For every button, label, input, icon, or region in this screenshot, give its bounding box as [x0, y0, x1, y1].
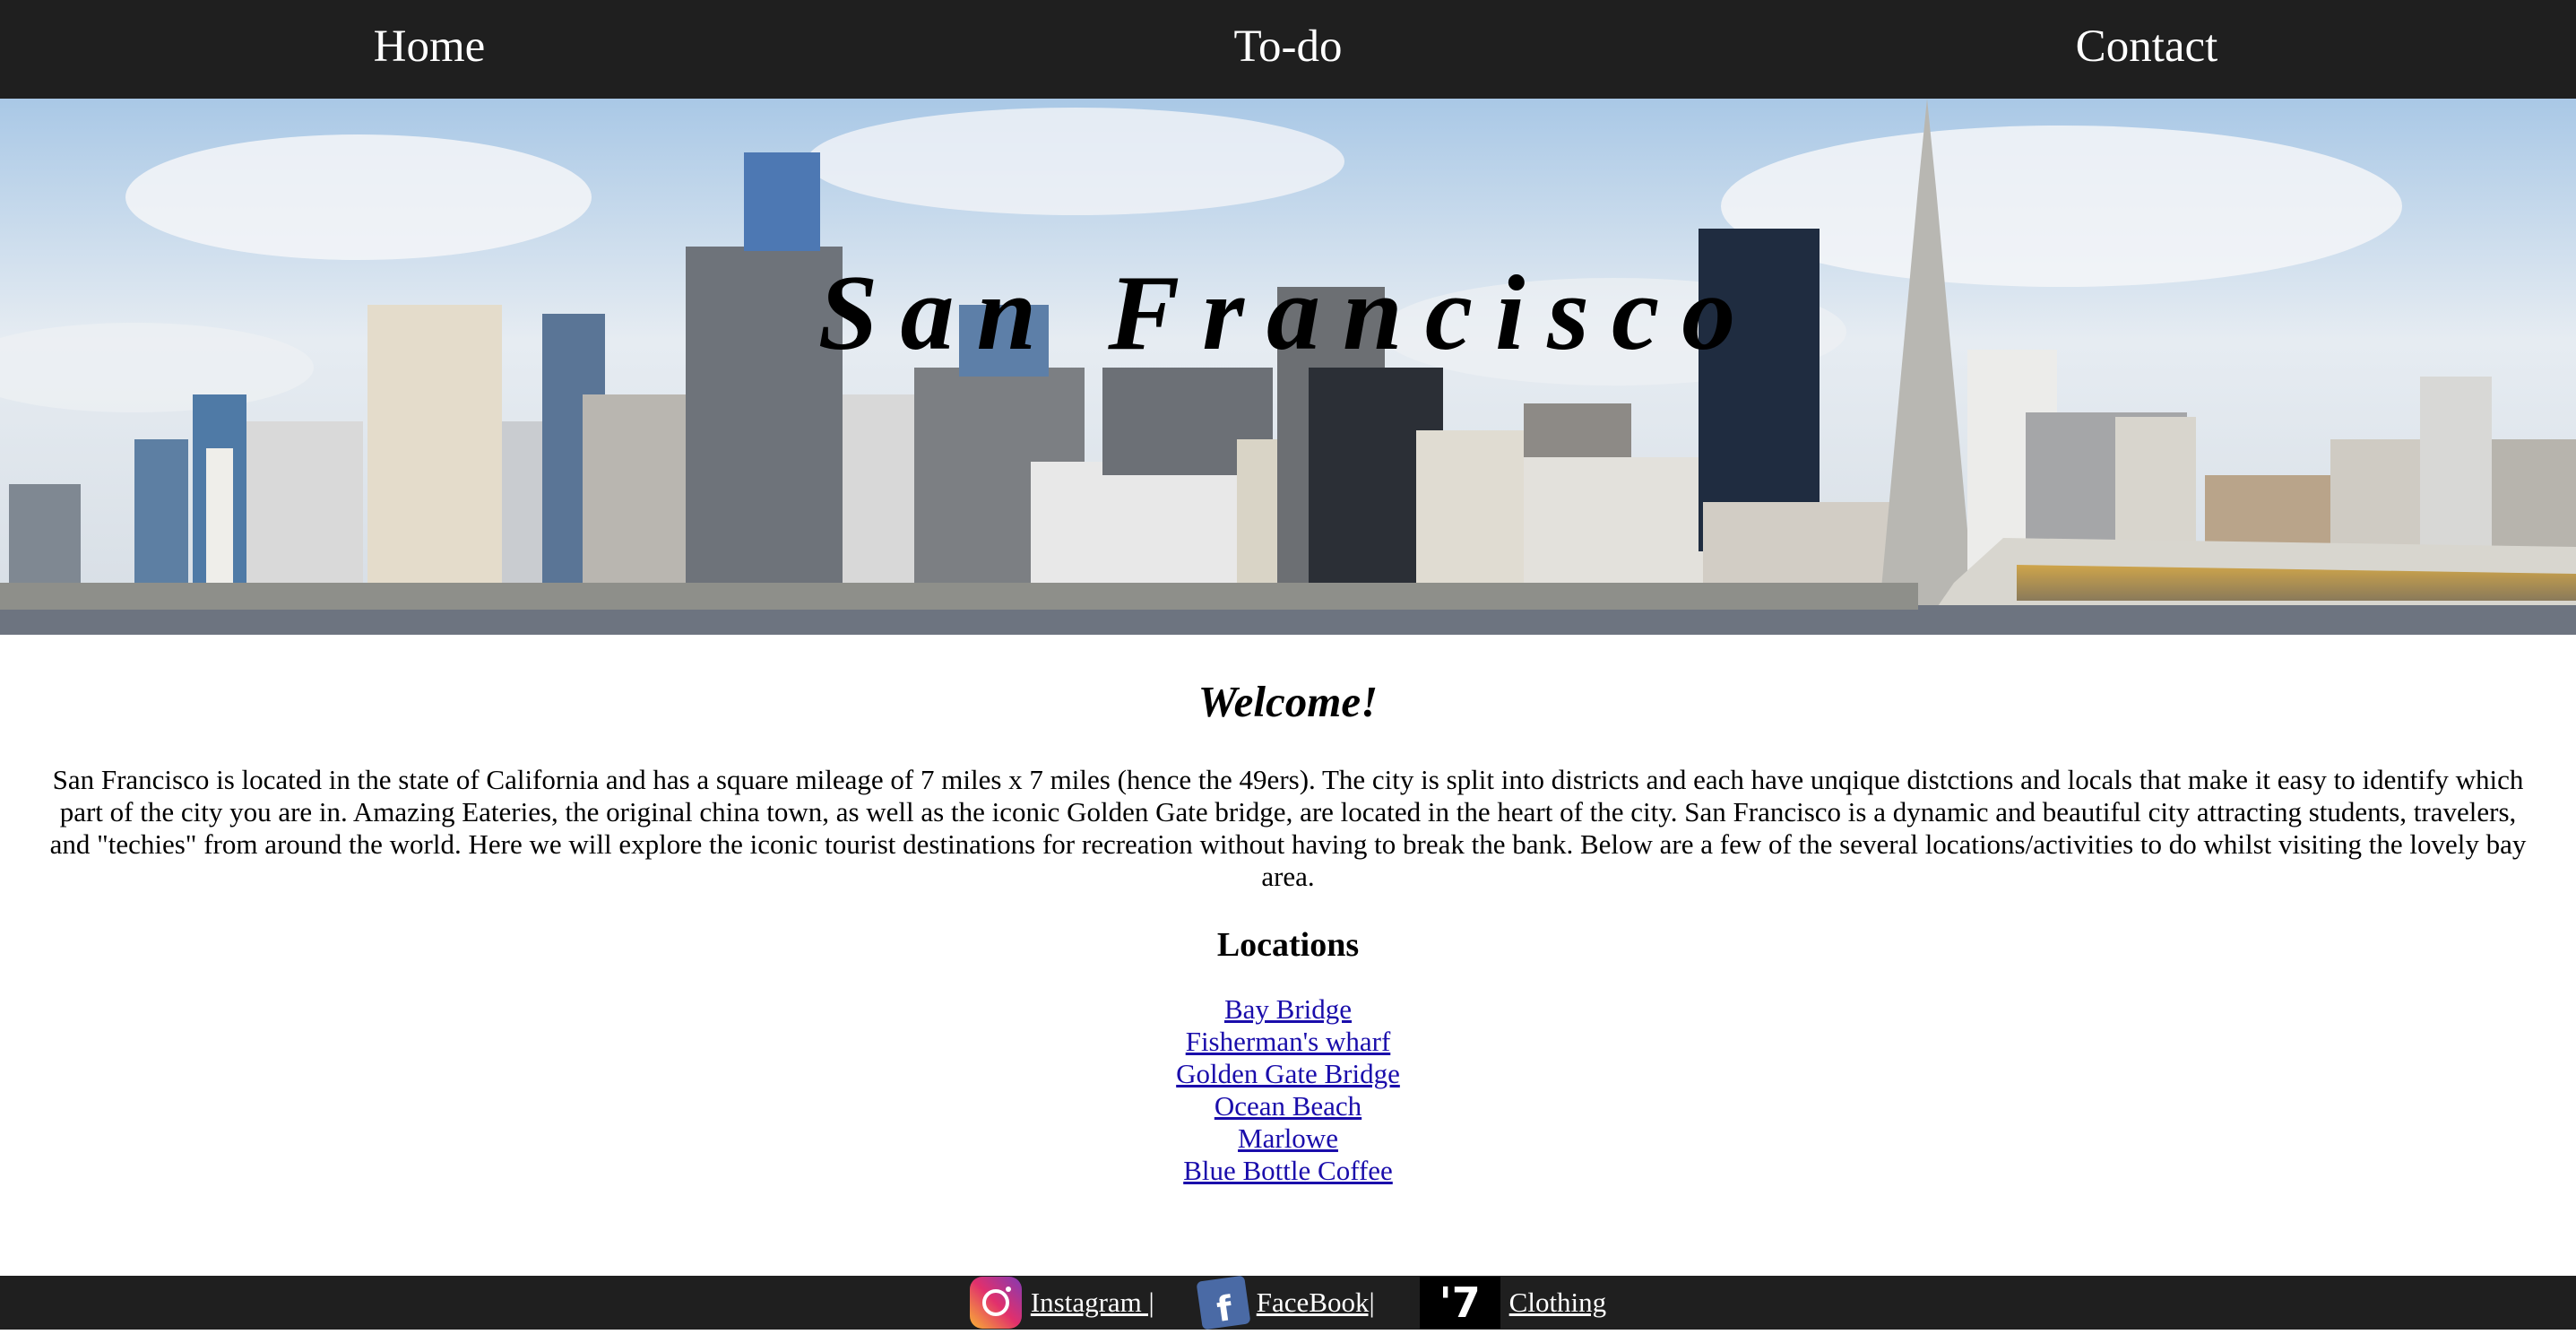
locations-heading: Locations [1216, 926, 1360, 964]
nav-contact[interactable]: Contact [1717, 21, 2576, 78]
footer-facebook: f FaceBook| [1196, 1275, 1375, 1330]
footer: Instagram | f FaceBook| '7 Clothing [0, 1275, 2576, 1330]
clothing-logo-icon[interactable]: '7 [1419, 1277, 1500, 1329]
hero-title: San Francisco [817, 253, 1759, 372]
instagram-link[interactable]: Instagram | [1031, 1287, 1154, 1319]
nav-home[interactable]: Home [0, 21, 859, 78]
welcome-heading: Welcome! [1197, 677, 1379, 726]
facebook-icon[interactable]: f [1196, 1275, 1251, 1330]
nav-todo[interactable]: To-do [859, 21, 1717, 78]
intro-paragraph: San Francisco is located in the state of… [49, 764, 2527, 892]
locations-list: Bay Bridge Fisherman's wharf Golden Gate… [45, 993, 2531, 1187]
main-content: Welcome! San Francisco is located in the… [0, 672, 2576, 1187]
instagram-icon[interactable] [969, 1277, 1022, 1329]
link-marlowe[interactable]: Marlowe [1238, 1122, 1338, 1155]
top-nav: Home To-do Contact [0, 0, 2576, 99]
link-bay-bridge[interactable]: Bay Bridge [1224, 993, 1352, 1026]
link-golden-gate-bridge[interactable]: Golden Gate Bridge [1176, 1058, 1400, 1090]
link-blue-bottle-coffee[interactable]: Blue Bottle Coffee [1183, 1155, 1393, 1187]
hero-banner: San Francisco [0, 99, 2576, 635]
footer-instagram: Instagram | [969, 1277, 1154, 1329]
clothing-link[interactable]: Clothing [1509, 1287, 1607, 1319]
facebook-link[interactable]: FaceBook| [1257, 1287, 1375, 1319]
link-ocean-beach[interactable]: Ocean Beach [1215, 1090, 1361, 1122]
footer-clothing: '7 Clothing [1419, 1277, 1607, 1329]
link-fishermans-wharf[interactable]: Fisherman's wharf [1186, 1026, 1391, 1058]
